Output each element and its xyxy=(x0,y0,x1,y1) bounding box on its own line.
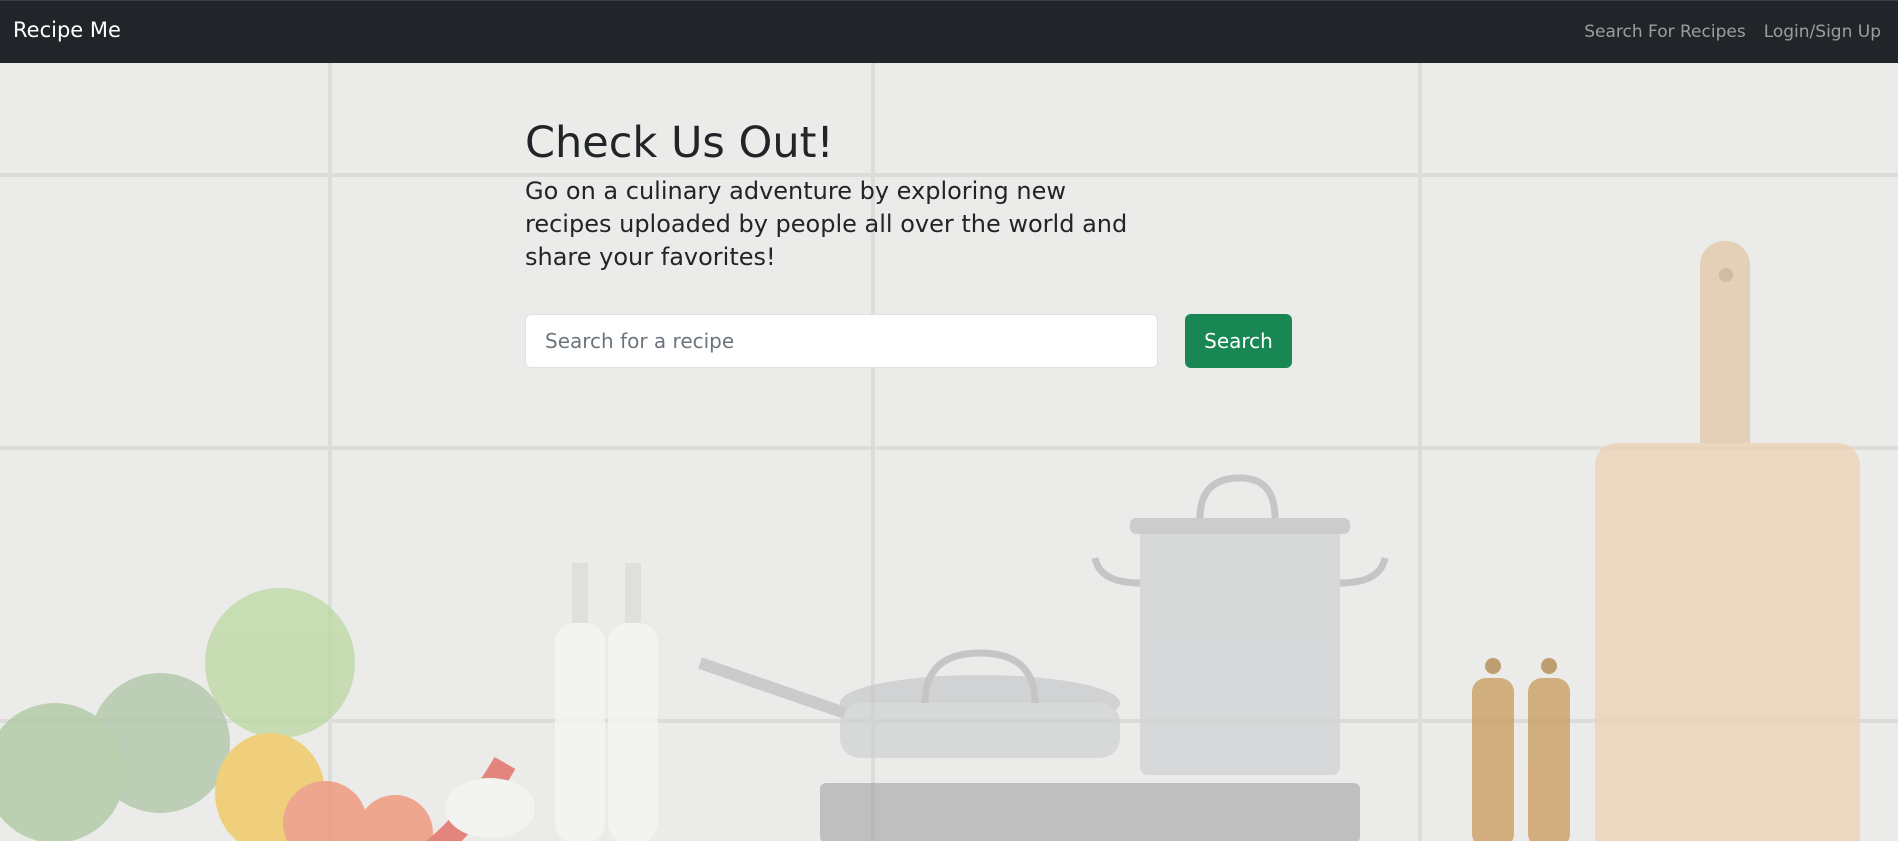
hero-content: Check Us Out! Go on a culinary adventure… xyxy=(525,117,1325,368)
hero-section: Check Us Out! Go on a culinary adventure… xyxy=(0,63,1898,841)
search-button[interactable]: Search xyxy=(1185,314,1292,368)
nav-links: Search For Recipes Login/Sign Up xyxy=(1584,22,1881,42)
page-title: Check Us Out! xyxy=(525,118,834,168)
search-input[interactable] xyxy=(525,314,1158,368)
nav-link-login-signup[interactable]: Login/Sign Up xyxy=(1764,22,1881,42)
hero-subtitle: Go on a culinary adventure by exploring … xyxy=(525,177,1128,271)
brand-link[interactable]: Recipe Me xyxy=(13,18,121,42)
search-form: Search xyxy=(525,314,1292,368)
navbar: Recipe Me Search For Recipes Login/Sign … xyxy=(0,0,1898,63)
nav-link-search-recipes[interactable]: Search For Recipes xyxy=(1584,22,1745,42)
